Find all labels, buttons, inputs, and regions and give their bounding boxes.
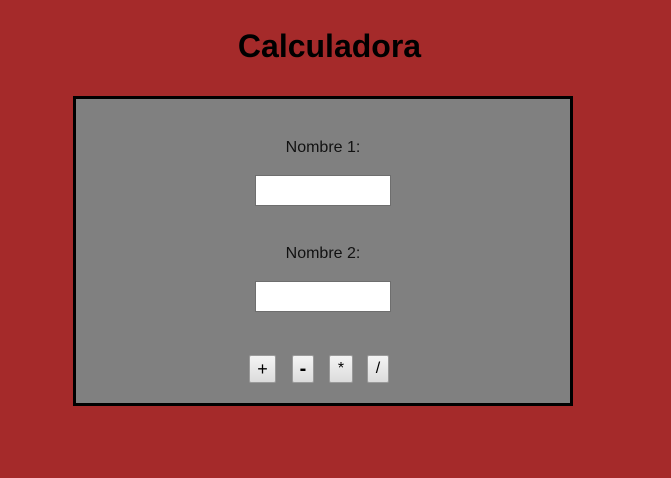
page-title: Calculadora	[237, 28, 422, 64]
add-button[interactable]: +	[249, 355, 276, 383]
calculator-panel: Nombre 1: Nombre 2: + - * /	[73, 96, 573, 406]
divide-button[interactable]: /	[367, 355, 389, 383]
number2-input[interactable]	[255, 281, 391, 312]
number1-input[interactable]	[255, 175, 391, 206]
subtract-button[interactable]: -	[292, 355, 314, 383]
multiply-button[interactable]: *	[329, 355, 353, 383]
number2-label: Nombre 2:	[285, 245, 361, 262]
number1-label: Nombre 1:	[285, 139, 361, 156]
calculator-page: Calculadora Nombre 1: Nombre 2: + - * /	[0, 0, 671, 478]
